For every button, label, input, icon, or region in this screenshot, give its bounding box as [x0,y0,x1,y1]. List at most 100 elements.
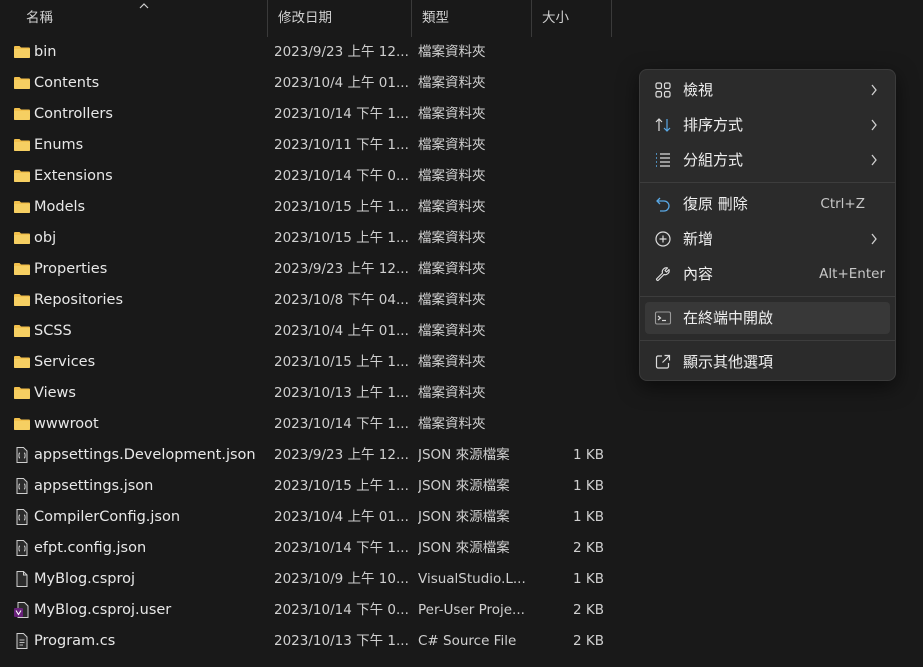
file-row[interactable]: Controllers 2023/10/14 下午 1... 檔案資料夾 [0,99,620,130]
file-date: 2023/10/8 下午 04... [274,292,408,308]
menu-item-sort[interactable]: 排序方式 [645,109,890,141]
file-type: 檔案資料夾 [418,354,486,370]
file-row[interactable]: Enums 2023/10/11 下午 1... 檔案資料夾 [0,130,620,161]
file-row[interactable]: appsettings.json 2023/10/15 上午 1... JSON 來… [0,471,620,502]
folder-icon [13,323,31,339]
file-type: 檔案資料夾 [418,416,486,432]
file-type: 檔案資料夾 [418,168,486,184]
file-size [536,37,604,68]
folder-icon [13,44,31,60]
file-name: Properties [34,261,108,277]
file-row[interactable]: Repositories 2023/10/8 下午 04... 檔案資料夾 [0,285,620,316]
file-type: C# Source File [418,633,517,649]
file-name: Extensions [34,168,113,184]
file-type: 檔案資料夾 [418,261,486,277]
file-date: 2023/10/13 上午 1... [274,385,408,401]
folder-icon [13,385,31,401]
file-date: 2023/10/15 上午 1... [274,199,408,215]
menu-item-label: 新增 [683,230,714,248]
menu-separator [640,182,895,183]
file-date: 2023/10/13 下午 1... [274,633,408,649]
menu-item-view[interactable]: 檢視 [645,74,890,106]
menu-item-label: 排序方式 [683,116,744,134]
file-row[interactable]: MyBlog.csproj 2023/10/9 上午 10... VisualStu… [0,564,620,595]
file-size: 1 KB [573,571,604,587]
file-date: 2023/10/14 下午 1... [274,106,408,122]
menu-item-label: 分組方式 [683,151,744,169]
file-row[interactable]: wwwroot 2023/10/14 下午 1... 檔案資料夾 [0,409,620,440]
menu-item-label: 顯示其他選項 [683,353,774,371]
file-name: Program.cs [34,633,116,649]
menu-item-group[interactable]: 分組方式 [645,144,890,176]
file-size: 1 KB [573,478,604,494]
menu-separator [640,296,895,297]
file-name: Repositories [34,292,124,308]
json-file-icon [13,540,31,556]
file-date: 2023/9/23 上午 12... [274,447,408,463]
terminal-icon [654,311,672,325]
file-date: 2023/9/23 上午 12... [274,261,408,277]
file-row[interactable]: Properties 2023/9/23 上午 12... 檔案資料夾 [0,254,620,285]
folder-icon [13,106,31,122]
json-file-icon [13,509,31,525]
context-menu: 檢視 排序方式 分組方式 復原 刪除 Ctrl+Z 新增 內容 Alt+Ente… [639,69,896,381]
file-row[interactable]: bin 2023/9/23 上午 12... 檔案資料夾 [0,37,620,68]
file-type: 檔案資料夾 [418,323,486,339]
file-type: 檔案資料夾 [418,106,486,122]
menu-item-open-terminal[interactable]: 在終端中開啟 [645,302,890,334]
menu-item-more-options[interactable]: 顯示其他選項 [645,346,890,378]
column-type-header[interactable]: 類型 [412,0,532,37]
file-row[interactable]: Program.cs 2023/10/13 下午 1... C# Source Fi… [0,626,620,657]
file-row[interactable]: Models 2023/10/15 上午 1... 檔案資料夾 [0,192,620,223]
file-date: 2023/10/15 上午 1... [274,354,408,370]
file-name: MyBlog.csproj.user [34,602,172,618]
file-size [536,347,604,378]
menu-item-properties[interactable]: 內容 Alt+Enter [645,258,890,290]
file-type: 檔案資料夾 [418,230,486,246]
file-date: 2023/10/4 上午 01... [274,75,408,91]
file-row[interactable]: Views 2023/10/13 上午 1... 檔案資料夾 [0,378,620,409]
folder-icon [13,416,31,432]
folder-icon [13,137,31,153]
file-size [536,223,604,254]
file-row[interactable]: obj 2023/10/15 上午 1... 檔案資料夾 [0,223,620,254]
file-type: JSON 來源檔案 [418,509,510,525]
file-name: wwwroot [34,416,99,432]
menu-item-undo[interactable]: 復原 刪除 Ctrl+Z [645,188,890,220]
file-size [536,254,604,285]
file-row[interactable]: MyBlog.csproj.user 2023/10/14 下午 0... Per-… [0,595,620,626]
file-row[interactable]: CompilerConfig.json 2023/10/4 上午 01... JSO… [0,502,620,533]
file-name: Views [34,385,76,401]
file-row[interactable]: appsettings.Development.json 2023/9/23 上午… [0,440,620,471]
file-type: JSON 來源檔案 [418,478,510,494]
sort-icon [655,118,671,132]
file-name: CompilerConfig.json [34,509,181,525]
column-size-label: 大小 [542,10,569,26]
json-file-icon [13,478,31,494]
column-type-label: 類型 [422,10,449,26]
folder-icon [13,261,31,277]
file-type: 檔案資料夾 [418,199,486,215]
file-type: 檔案資料夾 [418,44,486,60]
file-row[interactable]: Services 2023/10/15 上午 1... 檔案資料夾 [0,347,620,378]
column-size-header[interactable]: 大小 [532,0,612,37]
file-name: MyBlog.csproj [34,571,136,587]
file-icon [13,571,31,587]
folder-icon [13,292,31,308]
wrench-icon [655,267,670,282]
group-list-icon [656,153,670,167]
file-row[interactable]: efpt.config.json 2023/10/14 下午 1... JSON 來… [0,533,620,564]
file-row[interactable]: Contents 2023/10/4 上午 01... 檔案資料夾 [0,68,620,99]
menu-item-new[interactable]: 新增 [645,223,890,255]
file-name: efpt.config.json [34,540,147,556]
file-row[interactable]: SCSS 2023/10/4 上午 01... 檔案資料夾 [0,316,620,347]
file-name: obj [34,230,57,246]
file-size: 1 KB [573,509,604,525]
file-date: 2023/10/14 下午 1... [274,540,408,556]
undo-icon [656,197,670,212]
file-date: 2023/10/4 上午 01... [274,323,408,339]
menu-item-shortcut: Ctrl+Z [820,196,865,212]
file-row[interactable]: Extensions 2023/10/14 下午 0... 檔案資料夾 [0,161,620,192]
column-date-header[interactable]: 修改日期 [268,0,412,37]
file-type: 檔案資料夾 [418,75,486,91]
